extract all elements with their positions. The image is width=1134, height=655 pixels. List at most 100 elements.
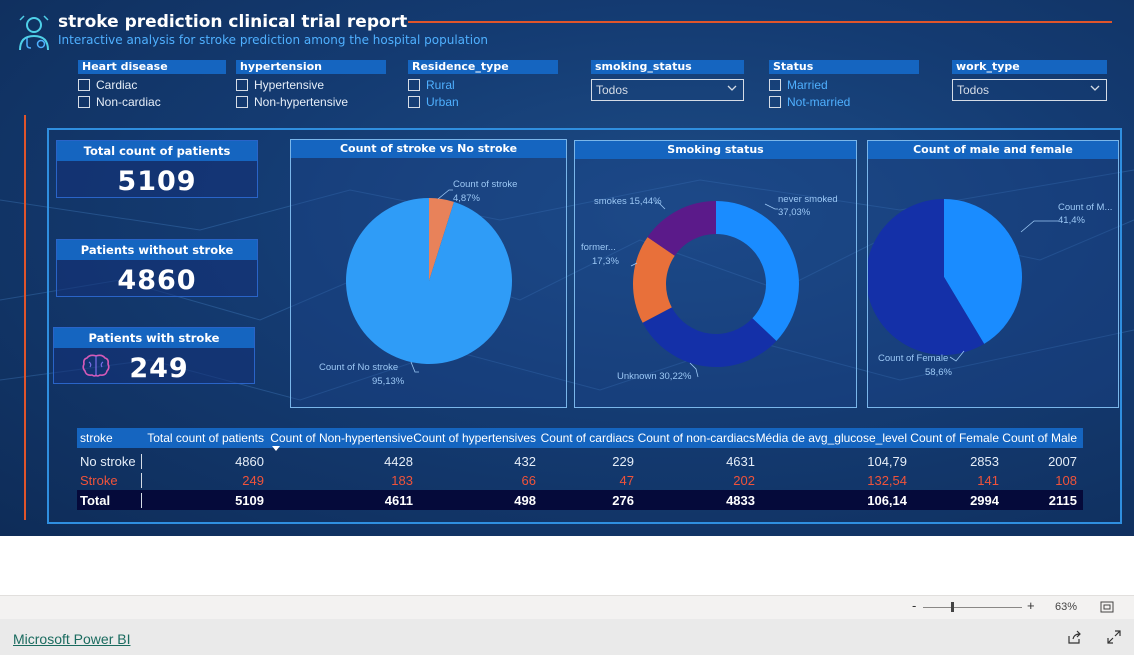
dropdown-value: Todos <box>596 83 629 97</box>
table-cell: 2853 <box>970 454 999 469</box>
table-cell: 4428 <box>384 454 413 469</box>
slicer-option-hypertensive[interactable]: Hypertensive <box>236 76 386 93</box>
slicer-option-rural[interactable]: Rural <box>408 76 558 93</box>
brain-icon <box>82 354 110 377</box>
table-cell: Stroke <box>77 473 142 488</box>
card-value: 4860 <box>117 265 197 296</box>
column-header-stroke[interactable]: stroke <box>77 431 142 445</box>
table-total-cell: 106,14 <box>867 492 907 508</box>
option-label: Hypertensive <box>254 77 325 92</box>
dropdown-value: Todos <box>957 83 990 97</box>
table-cell: 432 <box>514 454 536 469</box>
label-count-of-stroke-pct: 4,87% <box>453 193 480 204</box>
label-count-of-no-stroke-pct: 95,13% <box>372 376 405 387</box>
table-cell: 132,54 <box>867 473 907 488</box>
fit-to-page-icon[interactable] <box>1100 601 1114 613</box>
column-header-total[interactable]: Total count of patients <box>142 431 264 445</box>
accent-line-title <box>408 21 1112 23</box>
table-cell: 202 <box>733 473 755 488</box>
card-label: Total count of patients <box>57 141 257 161</box>
option-label: Not-married <box>787 94 851 109</box>
table-row: No stroke 4860 4428 432 229 4631 104,79 2853 200… <box>77 452 1083 471</box>
zoom-in-button[interactable]: + <box>1027 598 1035 613</box>
slicer-title: Status <box>769 60 919 74</box>
slicer-option-married[interactable]: Married <box>769 76 919 93</box>
zoom-slider-track[interactable] <box>923 607 1022 608</box>
slicer-heart-disease: Heart disease Cardiac Non-cardiac <box>78 60 226 110</box>
card-patients-without-stroke: Patients without stroke 4860 <box>56 239 258 297</box>
table-total-row: Total 5109 4611 498 276 4833 106,14 2994 2115 <box>77 490 1083 510</box>
zoom-level: 63% <box>1055 601 1078 613</box>
column-header-avg-glucose[interactable]: Média de avg_glucose_level <box>755 431 907 445</box>
slicer-option-urban[interactable]: Urban <box>408 93 558 110</box>
table-header-row: stroke Total count of patients Count of … <box>77 428 1083 451</box>
slicer-title: Heart disease <box>78 60 226 74</box>
chart-stroke-vs-no-stroke[interactable]: Count of stroke vs No stroke Count of st… <box>290 139 567 408</box>
checkbox[interactable] <box>408 78 420 91</box>
table-cell: 2007 <box>1048 454 1077 469</box>
table-row: Stroke 249 183 66 47 202 132,54 141 108 <box>77 471 1083 490</box>
chart-smoking-status[interactable]: Smoking status never smoked 37,03% smoke… <box>574 140 857 408</box>
column-header-hypertensives[interactable]: Count of hypertensives <box>413 431 536 445</box>
slicer-option-cardiac[interactable]: Cardiac <box>78 76 226 93</box>
option-label: Rural <box>426 77 455 92</box>
table-cell: 229 <box>612 454 634 469</box>
slicer-option-non-hypertensive[interactable]: Non-hypertensive <box>236 93 386 110</box>
checkbox[interactable] <box>236 95 248 108</box>
slicer-option-non-cardiac[interactable]: Non-cardiac <box>78 93 226 110</box>
column-header-female[interactable]: Count of Female <box>907 431 999 445</box>
label-leader-line <box>764 203 778 210</box>
report-title: stroke prediction clinical trial report <box>58 12 408 32</box>
table-total-cell: 4611 <box>384 492 413 508</box>
table-cell: 108 <box>1055 473 1077 488</box>
table-total-cell: 2115 <box>1048 492 1077 508</box>
table-cell: 66 <box>521 473 536 488</box>
checkbox[interactable] <box>408 95 420 108</box>
table-cell: 104,79 <box>867 454 907 469</box>
power-bi-link[interactable]: Microsoft Power BI <box>13 631 130 647</box>
checkbox[interactable] <box>78 95 90 108</box>
table-total-cell: 276 <box>612 492 634 508</box>
table-cell: 249 <box>242 473 264 488</box>
slicer-option-not-married[interactable]: Not-married <box>769 93 919 110</box>
checkbox[interactable] <box>769 78 781 91</box>
report-canvas: stroke prediction clinical trial report … <box>0 0 1134 536</box>
label-count-of-male: Count of M... <box>1058 202 1113 213</box>
column-header-cardiacs[interactable]: Count of cardiacs <box>536 431 634 445</box>
label-count-of-male-pct: 41,4% <box>1058 215 1085 226</box>
label-count-of-female: Count of Female <box>878 353 949 364</box>
column-header-non-hypertensive[interactable]: Count of Non-hypertensive <box>264 431 413 451</box>
column-header-non-cardiacs[interactable]: Count of non-cardiacs <box>634 431 755 445</box>
table-cell: 4631 <box>726 454 755 469</box>
card-patients-with-stroke: Patients with stroke 249 <box>53 327 255 384</box>
zoom-slider-thumb[interactable] <box>951 602 954 612</box>
label-count-of-stroke: Count of stroke <box>453 179 518 190</box>
checkbox[interactable] <box>236 78 248 91</box>
label-smokes: smokes 15,44% <box>594 196 662 207</box>
table-cell: 183 <box>391 473 413 488</box>
chart-male-female[interactable]: Count of male and female Count of M... 4… <box>867 140 1119 408</box>
smoking-status-dropdown[interactable]: Todos <box>591 79 744 101</box>
accent-line-vertical <box>24 115 26 520</box>
slicer-work-type: work_type Todos <box>952 60 1107 101</box>
header-label: Count of Non-hypertensive <box>270 431 413 445</box>
label-leader-line <box>437 189 453 200</box>
doctor-logo-icon <box>19 15 49 51</box>
option-label: Non-hypertensive <box>254 94 349 109</box>
table-total-cell: 2994 <box>970 492 999 508</box>
checkbox[interactable] <box>769 95 781 108</box>
label-leader-line <box>410 361 419 373</box>
summary-table[interactable]: stroke Total count of patients Count of … <box>77 428 1083 510</box>
slicer-status: Status Married Not-married <box>769 60 919 110</box>
zoom-out-button[interactable]: - <box>912 598 916 613</box>
table-body: No stroke 4860 4428 432 229 4631 104,79 2853 200… <box>77 452 1083 490</box>
option-label: Cardiac <box>96 77 138 92</box>
work-type-dropdown[interactable]: Todos <box>952 79 1107 101</box>
column-header-male[interactable]: Count of Male <box>999 431 1077 445</box>
checkbox[interactable] <box>78 78 90 91</box>
fullscreen-icon[interactable] <box>1107 630 1121 644</box>
share-icon[interactable] <box>1067 630 1082 644</box>
report-subtitle: Interactive analysis for stroke predicti… <box>58 33 489 47</box>
slice-count-of-no-stroke[interactable] <box>346 198 512 364</box>
slice-never-smoked[interactable] <box>716 201 799 341</box>
